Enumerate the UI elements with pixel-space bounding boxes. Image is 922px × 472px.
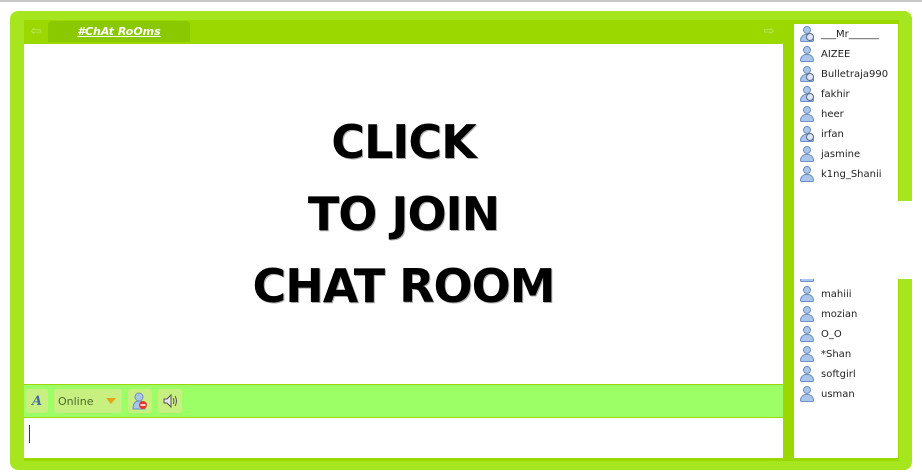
user-icon (800, 366, 814, 382)
user-name: Bulletraja990 (821, 68, 889, 80)
user-list-item[interactable]: Bulletraja990 (794, 64, 898, 84)
user-icon (800, 326, 814, 342)
user-list-item[interactable]: AIZEE (794, 44, 898, 64)
message-input[interactable] (24, 418, 783, 458)
user-list-item[interactable]: usman (794, 384, 898, 404)
font-icon: A (31, 393, 43, 409)
tab-bar: ⇦ #ChAt RoOms ⇨ (24, 20, 784, 42)
user-name: softgirl (821, 368, 856, 380)
arrow-right-icon[interactable]: ⇨ (759, 24, 779, 39)
user-list-item[interactable]: mozian (794, 304, 898, 324)
user-icon (800, 146, 814, 162)
tab-chat-rooms[interactable]: #ChAt RoOms (48, 21, 190, 42)
user-name: *Shan (821, 348, 852, 360)
font-style-button[interactable]: A (26, 389, 48, 413)
chat-toolbar: A Online (24, 385, 783, 417)
user-name: jasmine (821, 148, 861, 160)
status-value: Online (58, 394, 94, 408)
user-icon (800, 26, 814, 42)
user-name: ___Mr______ (821, 28, 879, 40)
user-icon (800, 286, 814, 302)
user-list-item[interactable]: heer (794, 104, 898, 124)
chat-widget-frame: ⇦ #ChAt RoOms ⇨ CLICK TO JOIN CHAT ROOM … (10, 11, 916, 470)
user-name: fakhir (821, 88, 850, 100)
speaker-icon (163, 393, 177, 409)
user-icon (800, 166, 814, 182)
user-name: mahiii (821, 288, 852, 300)
join-cta-line-2[interactable]: TO JOIN (308, 178, 500, 250)
user-name: O_O (821, 328, 842, 340)
user-list-gap (794, 201, 916, 279)
user-name: irfan (821, 128, 844, 140)
user-icon (800, 126, 814, 142)
user-icon (800, 66, 814, 82)
chat-message-area[interactable]: CLICK TO JOIN CHAT ROOM (24, 44, 783, 384)
join-cta-line-3[interactable]: CHAT ROOM (252, 250, 555, 322)
user-icon (800, 86, 814, 102)
user-icon (800, 346, 814, 362)
arrow-left-icon[interactable]: ⇦ (26, 24, 46, 39)
join-cta-line-1[interactable]: CLICK (331, 106, 477, 178)
user-name: k1ng_Shanii (821, 168, 882, 180)
chat-widget-inner: ⇦ #ChAt RoOms ⇨ CLICK TO JOIN CHAT ROOM … (24, 20, 916, 461)
user-name: usman (821, 388, 855, 400)
user-list-item[interactable]: irfan (794, 124, 898, 144)
user-icon (800, 106, 814, 122)
sound-toggle-button[interactable] (158, 389, 182, 413)
user-list-item[interactable]: k1ng_Shanii (794, 164, 898, 184)
user-name: AIZEE (821, 48, 851, 60)
status-dropdown[interactable]: Online (54, 389, 122, 413)
user-list-item[interactable]: jasmine (794, 144, 898, 164)
user-name: heer (821, 108, 844, 120)
user-icon (800, 306, 814, 322)
user-icon (800, 386, 814, 402)
user-name: mozian (821, 308, 858, 320)
chevron-down-icon (106, 398, 116, 404)
user-icon (800, 46, 814, 62)
user-list-item[interactable]: O_O (794, 324, 898, 344)
top-border (0, 0, 922, 2)
user-list-item[interactable]: *Shan (794, 344, 898, 364)
user-list-item[interactable]: ___Mr______ (794, 24, 898, 44)
user-list-item[interactable]: mahiii (794, 284, 898, 304)
user-list-item[interactable]: fakhir (794, 84, 898, 104)
user-block-icon (132, 392, 147, 410)
text-cursor (29, 425, 30, 443)
block-user-button[interactable] (128, 389, 152, 413)
user-list-item[interactable]: softgirl (794, 364, 898, 384)
